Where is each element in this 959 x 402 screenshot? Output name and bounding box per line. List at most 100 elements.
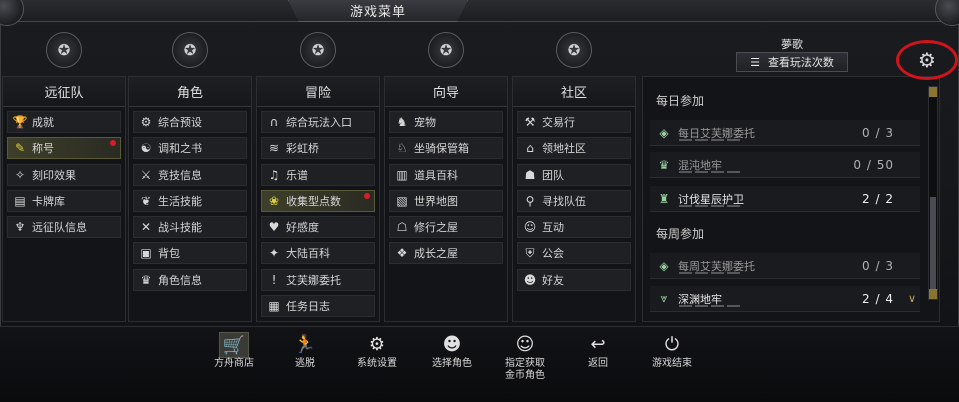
participation-row[interactable]: ◈ 每日艾芙娜委托 0 / 3 <box>650 120 920 146</box>
progress-pips <box>679 305 740 307</box>
bottom-button[interactable]: 🏃 逃脱 <box>273 332 337 386</box>
gear-icon[interactable]: ⚙ <box>918 48 936 72</box>
pet-icon: ♞ <box>396 115 408 129</box>
menu-item[interactable]: ☗ 团队 <box>517 163 631 186</box>
menu-item-label: 交易行 <box>542 116 575 129</box>
menu-item[interactable]: ∩ 综合玩法入口 <box>261 111 375 133</box>
house-icon: ⌂ <box>526 141 534 156</box>
menu-item[interactable]: ▥ 道具百科 <box>389 163 503 186</box>
progress-pips <box>679 272 740 274</box>
weekly-title: 每周参加 <box>656 227 705 241</box>
menu-item[interactable]: ☻ 好友 <box>517 268 631 291</box>
menu-item[interactable]: ♛ 角色信息 <box>133 268 247 291</box>
book-icon: ☯ <box>140 141 152 156</box>
menu-item-label: 战斗技能 <box>158 221 202 235</box>
menu-item[interactable]: ▣ 背包 <box>133 242 247 265</box>
column-item-list: ⚙ 综合预设 ☯ 调和之书 ⚔ 竞技信息 ❦ 生活技能 ✕ 战斗技能 ▣ 背包 ♛ 角色信息 <box>133 111 247 295</box>
participation-count: 2 / 4 <box>862 291 894 306</box>
menu-item[interactable]: ❖ 成长之屋 <box>389 242 503 265</box>
participation-row[interactable]: ◈ 每周艾芙娜委托 0 / 3 <box>650 253 920 279</box>
scroll-down-button[interactable] <box>929 289 937 299</box>
menu-item-label: 领地社区 <box>542 142 586 156</box>
menu-item-label: 修行之屋 <box>414 221 458 235</box>
menu-item[interactable]: ☺ 互动 <box>517 216 631 239</box>
progress-pip <box>727 305 740 307</box>
journal-icon: ▦ <box>268 299 280 314</box>
bottom-button[interactable]: ⏻ 游戏结束 <box>640 332 704 386</box>
expedition-icon: ♆ <box>14 220 26 235</box>
panel-scrollbar[interactable] <box>928 86 938 300</box>
menu-item[interactable]: ♥ 好感度 <box>261 216 375 239</box>
bottom-button-label: 逃脱 <box>295 358 315 369</box>
weekly-emblem-icon: ◈ <box>659 258 669 273</box>
bottom-button[interactable]: ⚙ 系统设置 <box>345 332 409 386</box>
mount-icon: ♘ <box>396 141 408 156</box>
menu-item[interactable]: ! 艾芙娜委托 <box>261 268 375 291</box>
progress-pip <box>727 139 740 141</box>
participation-row[interactable]: ♜ 讨伐星辰护卫 2 / 2 <box>650 186 920 212</box>
menu-item[interactable]: ⌂ 领地社区 <box>517 137 631 160</box>
menu-item[interactable]: ⚲ 寻找队伍 <box>517 189 631 212</box>
growth-icon: ❖ <box>396 246 408 261</box>
menu-item[interactable]: ♫ 乐谱 <box>261 163 375 186</box>
progress-pip <box>727 171 740 173</box>
menu-item[interactable]: ☯ 调和之书 <box>133 137 247 160</box>
menu-item[interactable]: ✎ 称号 <box>7 137 121 160</box>
cart-icon: 🛒 <box>219 332 249 358</box>
column-title: 向导 <box>385 77 507 107</box>
menu-item[interactable]: ⛨ 公会 <box>517 242 631 265</box>
participation-count: 0 / 50 <box>853 157 894 172</box>
menu-item-label: 称号 <box>32 142 54 156</box>
bottom-button[interactable]: 🛒 方舟商店 <box>202 332 266 386</box>
menu-item-label: 好友 <box>542 273 564 287</box>
menu-item[interactable]: ❀ 收集型点数 <box>261 189 375 212</box>
bottom-button[interactable]: ↩ 返回 <box>566 332 630 386</box>
participation-count: 0 / 3 <box>862 125 894 140</box>
menu-item[interactable]: ▧ 世界地图 <box>389 189 503 212</box>
menu-item[interactable]: ♞ 宠物 <box>389 111 503 133</box>
item-book-icon: ▥ <box>396 167 408 182</box>
menu-item-label: 乐谱 <box>286 168 308 182</box>
menu-item[interactable]: ✧ 刻印效果 <box>7 163 121 186</box>
chat-icon: ✪ <box>556 32 592 68</box>
window-title: 游戏菜单 <box>349 5 406 20</box>
menu-item-label: 世界地图 <box>414 194 458 208</box>
bottom-button-label: 指定获取 金币角色 <box>505 358 545 381</box>
menu-column: 向导 ♞ 宠物 ♘ 坐骑保管箱 ▥ 道具百科 ▧ 世界地图 ☖ 修行之屋 ❖ 成长之屋 <box>384 76 508 322</box>
menu-item-label: 道具百科 <box>414 168 458 182</box>
bottom-button[interactable]: ☻ 选择角色 <box>420 332 484 386</box>
menu-item-label: 任务日志 <box>286 300 330 314</box>
notification-badge <box>364 192 370 199</box>
gavel-icon: ⚒ <box>524 115 536 129</box>
view-count-button[interactable]: ☰ 查看玩法次数 <box>736 52 848 72</box>
bag-icon: ▣ <box>140 246 152 261</box>
chevron-down-icon[interactable]: ∨ <box>908 292 916 305</box>
map-icon: ▧ <box>396 193 408 208</box>
menu-item[interactable]: ❦ 生活技能 <box>133 189 247 212</box>
menu-item-label: 远征队信息 <box>32 221 87 235</box>
bridge-icon: ≋ <box>268 141 280 156</box>
progress-pips <box>679 205 740 207</box>
menu-item[interactable]: ♘ 坐骑保管箱 <box>389 137 503 160</box>
progress-pip <box>679 305 692 307</box>
menu-item[interactable]: ▤ 卡牌库 <box>7 189 121 212</box>
participation-row[interactable]: ⩔ 深渊地牢 2 / 4 ∨ <box>650 286 920 312</box>
menu-item[interactable]: ✕ 战斗技能 <box>133 216 247 239</box>
bottom-button[interactable]: ☺ 指定获取 金币角色 <box>493 332 557 386</box>
progress-pip <box>679 272 692 274</box>
life-skill-icon: ❦ <box>140 193 152 208</box>
scroll-thumb[interactable] <box>930 197 936 293</box>
crest-icon: ✪ <box>46 32 82 68</box>
menu-item[interactable]: ♆ 远征队信息 <box>7 216 121 239</box>
menu-item[interactable]: ⚔ 竞技信息 <box>133 163 247 186</box>
scroll-up-button[interactable] <box>929 87 937 97</box>
menu-item[interactable]: ⚙ 综合预设 <box>133 111 247 133</box>
run-icon: 🏃 <box>293 334 317 355</box>
participation-row[interactable]: ♛ 混沌地牢 0 / 50 <box>650 152 920 178</box>
menu-item[interactable]: ⚒ 交易行 <box>517 111 631 133</box>
menu-item[interactable]: ☖ 修行之屋 <box>389 216 503 239</box>
menu-item[interactable]: ≋ 彩虹桥 <box>261 137 375 160</box>
menu-item[interactable]: ▦ 任务日志 <box>261 295 375 318</box>
menu-item[interactable]: 🏆 成就 <box>7 111 121 133</box>
menu-item[interactable]: ✦ 大陆百科 <box>261 242 375 265</box>
